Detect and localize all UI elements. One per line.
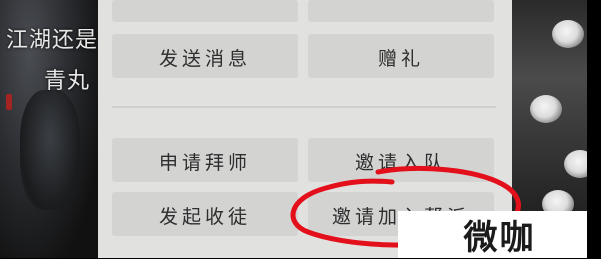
watermark-text: 微咖 <box>463 218 536 258</box>
watermark-logo: 微咖 <box>398 211 601 258</box>
right-border <box>587 0 601 258</box>
